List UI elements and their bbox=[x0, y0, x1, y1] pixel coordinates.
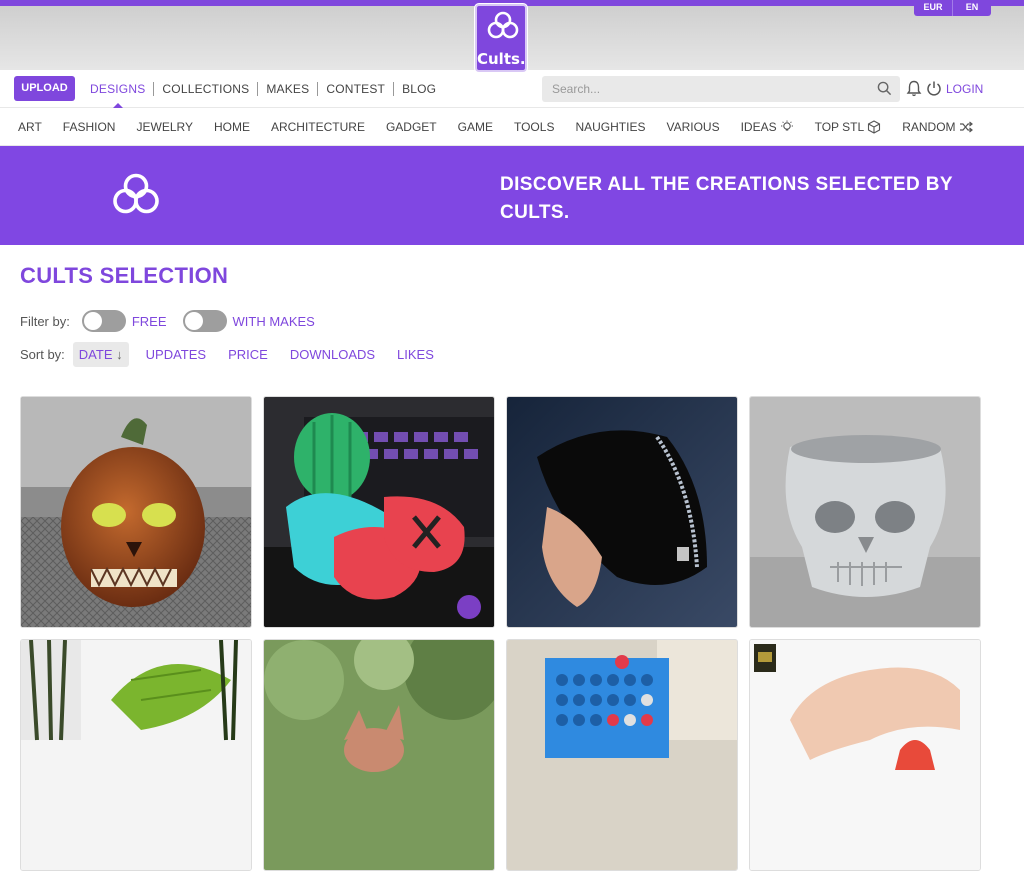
nav-contest[interactable]: CONTEST bbox=[318, 82, 393, 96]
bell-icon[interactable] bbox=[906, 80, 922, 97]
category-various[interactable]: VARIOUS bbox=[666, 120, 719, 134]
logo-text: Cults. bbox=[477, 50, 526, 68]
category-game[interactable]: GAME bbox=[458, 120, 493, 134]
category-tools[interactable]: TOOLS bbox=[514, 120, 554, 134]
category-top-stl[interactable]: TOP STL bbox=[815, 120, 882, 134]
design-card-garden-figure[interactable] bbox=[263, 639, 495, 871]
sort-downloads[interactable]: DOWNLOADS bbox=[290, 347, 375, 362]
category-random[interactable]: RANDOM bbox=[902, 119, 973, 134]
banner-text: DISCOVER ALL THE CREATIONS SELECTED BY C… bbox=[500, 174, 953, 223]
with-makes-toggle-label[interactable]: WITH MAKES bbox=[233, 314, 315, 329]
lightbulb-icon bbox=[780, 120, 793, 131]
design-card-plant-pot[interactable] bbox=[20, 639, 252, 871]
design-card-connect-four[interactable] bbox=[506, 639, 738, 871]
cults-logo[interactable]: Cults. bbox=[475, 4, 527, 72]
category-gadget[interactable]: GADGET bbox=[386, 120, 437, 134]
design-card-pumpkin-skull[interactable] bbox=[20, 396, 252, 628]
sort-price[interactable]: PRICE bbox=[228, 347, 268, 362]
search-input[interactable] bbox=[552, 76, 852, 102]
language-button[interactable]: EN bbox=[952, 0, 991, 16]
search-box bbox=[542, 76, 900, 102]
free-toggle[interactable] bbox=[81, 310, 126, 332]
nav-designs[interactable]: DESIGNS bbox=[82, 82, 153, 108]
nav-collections[interactable]: COLLECTIONS bbox=[154, 82, 257, 96]
sort-likes[interactable]: LIKES bbox=[397, 347, 434, 362]
filter-row: Filter by: FREE WITH MAKES bbox=[20, 310, 331, 332]
sort-updates[interactable]: UPDATES bbox=[146, 347, 206, 362]
design-card-zip-pouch[interactable] bbox=[506, 396, 738, 628]
currency-button[interactable]: EUR bbox=[914, 0, 952, 16]
upload-button[interactable]: UPLOAD bbox=[14, 76, 75, 101]
category-naughties[interactable]: NAUGHTIES bbox=[575, 120, 645, 134]
design-card-skull-planter[interactable] bbox=[749, 396, 981, 628]
power-icon[interactable] bbox=[926, 80, 942, 96]
shuffle-icon bbox=[959, 121, 973, 132]
category-random-label: RANDOM bbox=[902, 119, 956, 134]
category-top-stl-label: TOP STL bbox=[814, 119, 865, 134]
with-makes-toggle[interactable] bbox=[182, 310, 227, 332]
selection-banner: DISCOVER ALL THE CREATIONS SELECTED BY C… bbox=[0, 146, 1024, 245]
design-card-cactus-toys[interactable] bbox=[263, 396, 495, 628]
category-jewelry[interactable]: JEWELRY bbox=[136, 120, 192, 134]
sort-row: Sort by: DATE ↓ UPDATES PRICE DOWNLOADS … bbox=[20, 341, 456, 367]
cults-banner-logo-icon bbox=[113, 173, 159, 214]
cube-icon bbox=[868, 119, 881, 134]
currency-language-switch: EUR EN bbox=[914, 0, 991, 16]
nav-makes[interactable]: MAKES bbox=[258, 82, 317, 96]
filter-label: Filter by: bbox=[20, 313, 70, 329]
sort-date-label: DATE bbox=[78, 346, 113, 362]
sort-label: Sort by: bbox=[20, 346, 65, 362]
free-toggle-label[interactable]: FREE bbox=[132, 314, 167, 329]
category-ideas-label: IDEAS bbox=[740, 119, 777, 134]
category-home[interactable]: HOME bbox=[214, 120, 250, 134]
login-link[interactable]: LOGIN bbox=[946, 82, 983, 96]
category-fashion[interactable]: FASHION bbox=[63, 120, 116, 134]
category-ideas[interactable]: IDEAS bbox=[741, 120, 794, 134]
cults-logo-icon bbox=[487, 11, 519, 39]
category-art[interactable]: ART bbox=[18, 120, 42, 134]
sort-date[interactable]: DATE ↓ bbox=[72, 341, 129, 367]
nav-blog[interactable]: BLOG bbox=[394, 82, 444, 96]
main-nav: DESIGNS COLLECTIONS MAKES CONTEST BLOG bbox=[82, 70, 444, 108]
main-navbar: UPLOAD DESIGNS COLLECTIONS MAKES CONTEST… bbox=[0, 70, 1024, 108]
arrow-down-icon: ↓ bbox=[116, 346, 123, 362]
category-architecture[interactable]: ARCHITECTURE bbox=[271, 120, 365, 134]
page-title: CULTS SELECTION bbox=[20, 263, 229, 288]
design-card-hand-toy[interactable] bbox=[749, 639, 981, 871]
search-icon[interactable] bbox=[877, 81, 892, 96]
category-bar: ART FASHION JEWELRY HOME ARCHITECTURE GA… bbox=[0, 108, 1024, 146]
